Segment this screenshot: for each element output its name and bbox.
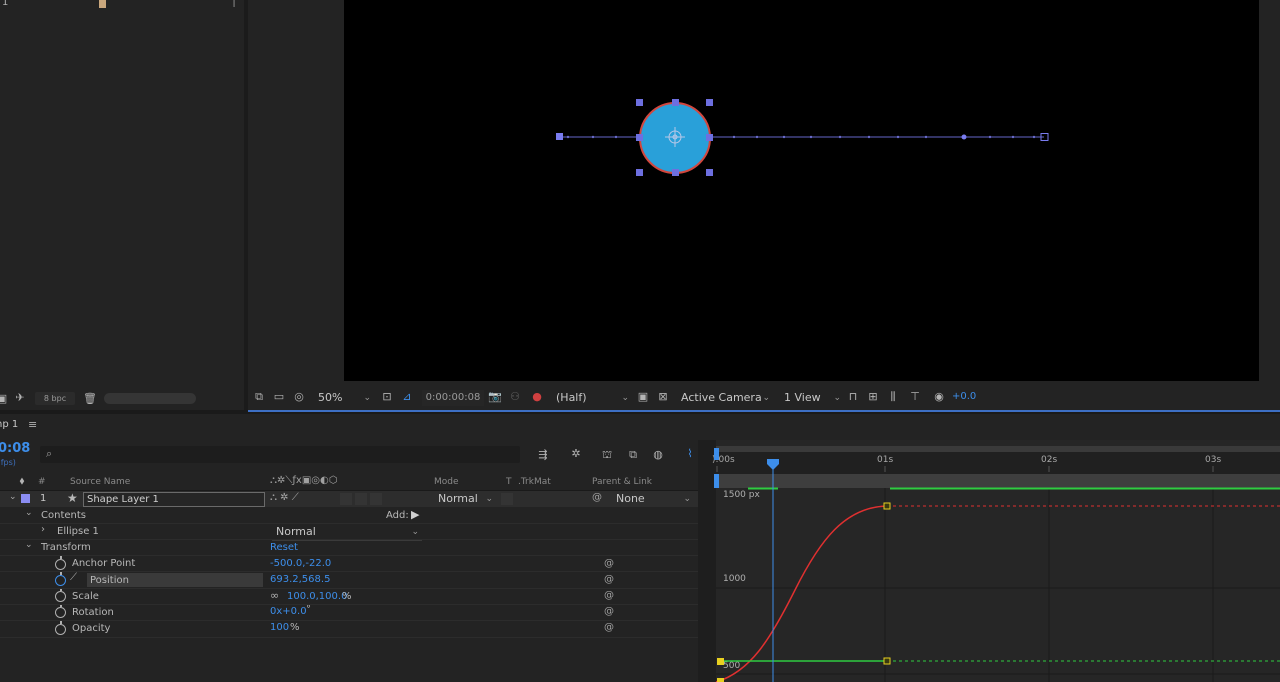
work-area-start [714,448,719,460]
playhead-handle [767,459,779,470]
keyframe-marker [883,502,891,510]
graph-grid [716,488,1280,682]
graph-curves [714,448,1280,682]
keyframe-marker [717,678,724,682]
keyframe-marker [883,657,891,665]
keyframe-marker [717,658,724,665]
speed-curve [715,505,888,682]
ruler-ticks [716,466,1214,472]
layer-bar-start [714,474,719,488]
